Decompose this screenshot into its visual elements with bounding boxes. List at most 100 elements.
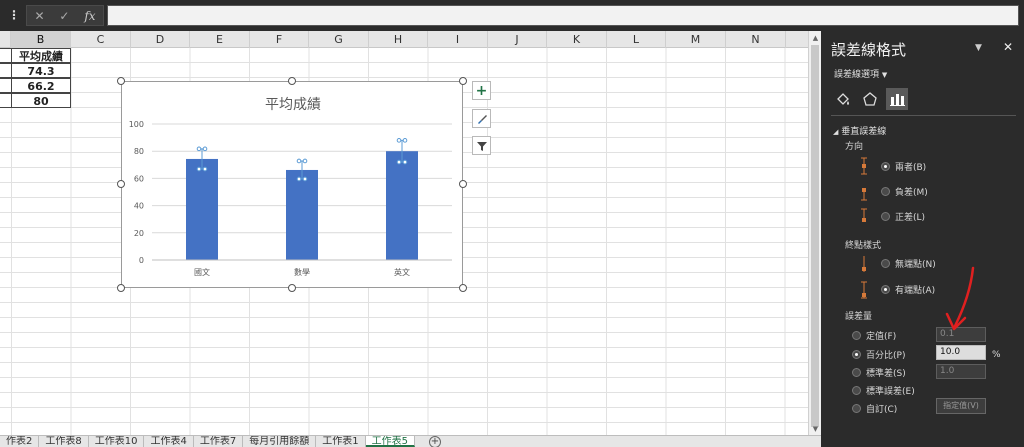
vertical-scrollbar[interactable]: ▲ ▼ — [808, 31, 821, 435]
y-tick-label: 20 — [134, 229, 144, 238]
direction-label: 方向 — [845, 142, 864, 152]
resize-handle[interactable] — [117, 284, 125, 292]
cell-value[interactable]: 74.3 — [11, 63, 71, 78]
custom-option[interactable]: 自訂(C) — [852, 402, 897, 415]
insert-function-icon[interactable]: fx — [84, 9, 95, 23]
cell-header[interactable]: 平均成績 — [11, 48, 71, 63]
error-bar-handle — [396, 138, 402, 143]
column-header[interactable]: D — [131, 31, 190, 48]
fill-line-icon[interactable] — [832, 88, 854, 110]
column-header[interactable]: G — [309, 31, 369, 48]
cell[interactable] — [0, 48, 11, 63]
direction-plus-option[interactable]: 正差(L) — [881, 210, 925, 223]
sheet-tab[interactable]: 工作表10 — [89, 436, 145, 447]
column-header[interactable]: E — [190, 31, 250, 48]
chart-elements-button[interactable]: + — [472, 81, 491, 100]
column-header[interactable]: I — [428, 31, 488, 48]
sheet-tab[interactable]: 作表2 — [0, 436, 40, 447]
column-header[interactable]: B — [11, 31, 71, 48]
fixed-value-option[interactable]: 定值(F) — [852, 329, 896, 342]
column-header-partial[interactable] — [0, 31, 11, 48]
bar — [386, 151, 418, 260]
radio[interactable] — [852, 404, 861, 413]
cancel-icon[interactable]: ✕ — [34, 9, 44, 23]
y-tick-label: 60 — [134, 174, 144, 183]
effects-icon[interactable] — [859, 88, 881, 110]
error-bar-handle — [196, 146, 202, 152]
formula-buttons: ✕ ✓ fx — [26, 5, 104, 26]
no-cap-option[interactable]: 無端點(N) — [881, 257, 936, 270]
stderr-option[interactable]: 標準誤差(E) — [852, 384, 915, 397]
column-header[interactable]: L — [607, 31, 666, 48]
column-header[interactable]: M — [666, 31, 726, 48]
radio[interactable] — [881, 259, 890, 268]
column-header[interactable]: J — [488, 31, 547, 48]
y-tick-label: 100 — [129, 120, 144, 129]
radio[interactable] — [881, 285, 890, 294]
percentage-option[interactable]: 百分比(P) — [852, 348, 905, 361]
enter-icon[interactable]: ✓ — [59, 9, 69, 23]
column-header[interactable]: F — [250, 31, 309, 48]
bar — [286, 169, 318, 260]
direction-plus-icon — [861, 208, 867, 222]
specify-value-button[interactable]: 指定值(V) — [936, 398, 986, 414]
cell[interactable] — [0, 63, 11, 78]
column-header[interactable]: C — [71, 31, 131, 48]
cell-value[interactable]: 80 — [11, 93, 71, 108]
direction-minus-option[interactable]: 負差(M) — [881, 185, 928, 198]
stddev-input[interactable]: 1.0 — [936, 364, 986, 379]
close-icon[interactable]: ✕ — [1003, 40, 1013, 54]
chart-filters-button[interactable] — [472, 136, 491, 155]
brush-icon — [477, 114, 487, 124]
sheet-tab[interactable]: 工作表8 — [39, 436, 89, 447]
radio[interactable] — [852, 331, 861, 340]
cell[interactable] — [0, 93, 11, 108]
cell[interactable] — [0, 78, 11, 93]
chart-styles-button[interactable] — [472, 109, 491, 128]
percentage-input[interactable]: 10.0 — [936, 345, 986, 360]
error-bar-handle — [202, 166, 208, 172]
cap-icon — [861, 281, 867, 299]
resize-handle[interactable] — [459, 180, 467, 188]
cell-value[interactable]: 66.2 — [11, 78, 71, 93]
column-header[interactable]: N — [726, 31, 786, 48]
x-tick-label: 英文 — [394, 267, 410, 277]
sheet-tab[interactable]: 每月引用餘額 — [243, 436, 317, 447]
cap-option[interactable]: 有端點(A) — [881, 283, 935, 296]
radio[interactable] — [881, 212, 890, 221]
section-header[interactable]: ◢ 垂直誤差線 — [833, 124, 886, 137]
radio[interactable] — [852, 350, 861, 359]
more-dots-icon[interactable]: ⋮ — [8, 8, 20, 22]
pane-subtitle[interactable]: 誤差線選項 ▼ — [834, 67, 887, 80]
radio[interactable] — [881, 162, 890, 171]
chart-area[interactable]: 平均成績 0 20 40 60 80 100 國文 數學 英文 — [121, 81, 463, 288]
add-sheet-icon[interactable]: + — [428, 436, 441, 447]
sheet-tab[interactable]: 工作表7 — [194, 436, 244, 447]
resize-handle[interactable] — [117, 77, 125, 85]
formula-input[interactable] — [107, 5, 1019, 26]
error-bar-options-icon[interactable] — [886, 88, 908, 110]
resize-handle[interactable] — [459, 284, 467, 292]
resize-handle[interactable] — [117, 180, 125, 188]
stddev-option[interactable]: 標準差(S) — [852, 366, 906, 379]
radio[interactable] — [852, 386, 861, 395]
sheet-tab[interactable]: 工作表1 — [316, 436, 366, 447]
format-error-bars-pane: 誤差線格式 ▼ ✕ 誤差線選項 ▼ ◢ 垂直誤差線 方向 兩者(B) 負差(M)… — [821, 31, 1024, 447]
end-style-label: 終點樣式 — [845, 241, 882, 251]
column-header[interactable]: K — [547, 31, 607, 48]
error-bar-handle — [302, 176, 308, 182]
pane-options-icon[interactable]: ▼ — [975, 43, 982, 53]
sheet-tab[interactable]: 工作表4 — [144, 436, 194, 447]
scroll-thumb[interactable] — [811, 45, 819, 427]
resize-handle[interactable] — [459, 77, 467, 85]
pane-title: 誤差線格式 — [831, 41, 907, 59]
error-bar-handle — [296, 158, 302, 164]
y-tick-label: 0 — [139, 256, 144, 265]
radio[interactable] — [852, 368, 861, 377]
sheet-tab-active[interactable]: 工作表5 — [365, 436, 415, 447]
resize-handle[interactable] — [288, 284, 296, 292]
column-header[interactable]: H — [369, 31, 428, 48]
direction-both-option[interactable]: 兩者(B) — [881, 160, 926, 173]
radio[interactable] — [881, 187, 890, 196]
resize-handle[interactable] — [288, 77, 296, 85]
